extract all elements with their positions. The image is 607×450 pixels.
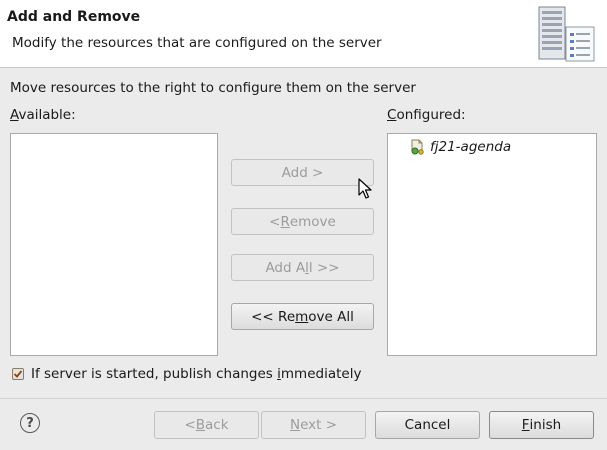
instruction-text: Move resources to the right to configure… bbox=[10, 80, 416, 96]
remove-button[interactable]: < Remove bbox=[231, 208, 374, 235]
configured-list[interactable]: fj21-agenda bbox=[387, 133, 597, 356]
publish-checkbox-label: If server is started, publish changes im… bbox=[31, 366, 362, 382]
publish-immediately-option[interactable]: If server is started, publish changes im… bbox=[12, 366, 361, 382]
finish-button[interactable]: Finish bbox=[489, 411, 594, 439]
mouse-pointer-icon bbox=[358, 178, 372, 199]
page-title: Add and Remove bbox=[7, 9, 141, 25]
server-wizard-icon bbox=[538, 6, 595, 62]
dialog-header: Add and Remove Modify the resources that… bbox=[0, 0, 607, 68]
cancel-button[interactable]: Cancel bbox=[375, 411, 480, 439]
configured-label: Configured: bbox=[387, 107, 466, 123]
available-label: Available: bbox=[10, 107, 76, 123]
back-button[interactable]: < Back bbox=[154, 411, 259, 439]
web-module-icon bbox=[411, 139, 424, 155]
help-icon[interactable]: ? bbox=[20, 413, 40, 433]
available-list[interactable] bbox=[10, 133, 218, 356]
page-description: Modify the resources that are configured… bbox=[12, 35, 382, 51]
next-button[interactable]: Next > bbox=[261, 411, 366, 439]
publish-checkbox[interactable] bbox=[12, 368, 24, 380]
footer-separator bbox=[0, 398, 607, 399]
configured-item-label: fj21-agenda bbox=[430, 139, 512, 155]
checkmark-icon bbox=[13, 370, 23, 378]
configured-item-fj21-agenda[interactable]: fj21-agenda bbox=[410, 137, 511, 157]
remove-all-button[interactable]: << Re m ove All bbox=[231, 303, 374, 330]
add-button[interactable]: Add > bbox=[231, 159, 374, 186]
add-all-button[interactable]: Add All >> bbox=[231, 254, 374, 281]
